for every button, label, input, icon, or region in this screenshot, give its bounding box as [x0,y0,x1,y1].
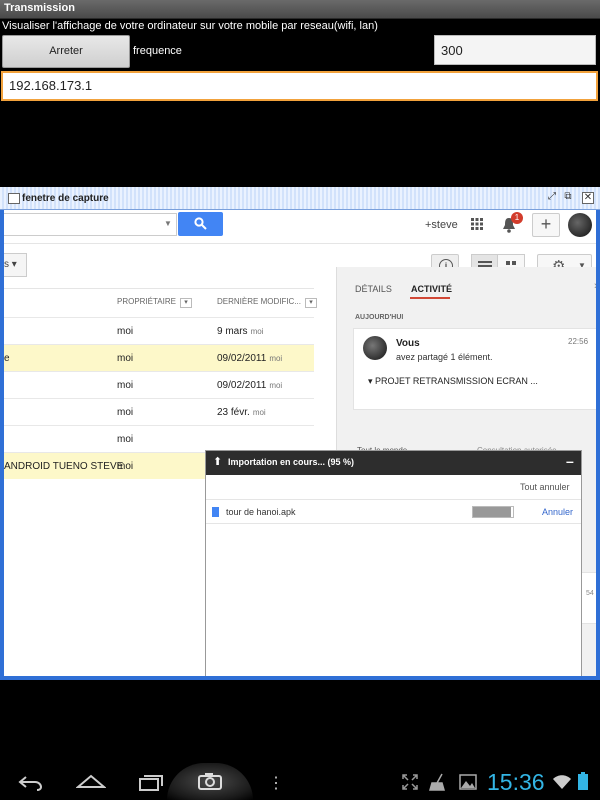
app-title: Transmission [4,2,75,14]
cancel-upload-link[interactable]: Annuler [542,507,573,517]
filter-dropdown[interactable]: s ▾ [4,253,27,277]
upload-file-name: tour de hanoi.apk [226,507,296,517]
add-button[interactable]: + [532,213,560,237]
broom-icon [429,773,445,791]
maximize-icon[interactable]: ⧉ [563,192,573,202]
battery-icon [578,772,588,790]
activity-action: avez partagé 1 élément. [396,352,493,362]
capture-window-title: fenetre de capture [22,193,109,204]
overflow-menu-icon[interactable]: ⋮ [268,773,284,793]
upload-title: Importation en cours... (95 %) [228,457,355,467]
notification-badge: 1 [511,212,523,224]
activity-file-link[interactable]: ▾ PROJET RETRANSMISSION ECRAN ... [368,376,538,387]
fullscreen-icon [402,774,418,790]
recent-apps-icon[interactable] [138,773,164,791]
user-name-link[interactable]: +steve [425,219,458,231]
captured-screen: ▼ +steve 1 + s ▾ i ▼ PROPRIÉTAIRE ▾ DERN… [4,210,596,676]
avatar [363,336,387,360]
file-icon: ▾ [368,376,376,386]
home-icon[interactable] [76,773,106,789]
close-icon[interactable]: ✕ [582,192,594,204]
window-icon [8,193,20,204]
ip-address-input[interactable]: 192.168.173.1 [1,71,598,101]
divider [4,288,314,289]
app-description: Visualiser l'affichage de votre ordinate… [2,20,378,32]
minimize-icon[interactable]: – [566,453,574,469]
apps-grid-icon[interactable] [471,218,483,230]
search-input[interactable] [4,213,177,236]
app-title-bar: Transmission [0,0,600,19]
divider [206,523,581,524]
wifi-icon [553,775,571,789]
filter-dropdown-label: s [4,259,9,270]
avatar[interactable] [568,213,592,237]
search-icon [194,217,207,230]
camera-icon [198,773,222,790]
frequency-input[interactable]: 300 [434,35,596,65]
table-row[interactable]: moi 9 mars moi [4,317,314,344]
upload-progress-bar [472,506,514,518]
divider [4,243,596,244]
activity-user: Vous [396,338,420,349]
column-header-owner[interactable]: PROPRIÉTAIRE ▾ [117,297,192,308]
image-icon [459,774,477,790]
sort-dropdown-icon[interactable]: ▾ [305,298,318,308]
column-header-modified[interactable]: DERNIÈRE MODIFIC... ▾ [217,297,318,308]
chevron-right-icon[interactable]: › [594,280,596,292]
cancel-all-link[interactable]: Tout annuler [520,482,570,492]
capture-window-title-bar: fenetre de capture ⤢ ⧉ ✕ [0,187,600,210]
file-icon [212,507,219,517]
activity-time: 54 [586,590,594,597]
table-row[interactable]: e moi 09/02/2011 moi [4,344,314,371]
table-row[interactable]: moi [4,425,314,452]
divider [206,499,581,500]
capture-window: fenetre de capture ⤢ ⧉ ✕ ▼ +steve 1 + s … [0,187,600,680]
active-tab-indicator [410,297,450,299]
search-button[interactable] [178,212,223,236]
back-icon[interactable] [17,775,43,791]
resize-icon[interactable]: ⤢ [547,192,557,202]
upload-progress-fill [473,507,511,517]
upload-dialog: ⬆ Importation en cours... (95 %) – Tout … [205,450,582,676]
today-label: AUJOURD'HUI [355,314,404,321]
search-options-chevron-icon[interactable]: ▼ [164,219,172,228]
table-row[interactable]: moi 09/02/2011 moi [4,371,314,398]
table-row[interactable]: moi 23 févr. moi [4,398,314,425]
tab-activity[interactable]: ACTIVITÉ [411,284,452,294]
activity-card: Vous 22:56 avez partagé 1 élément. ▾ PRO… [353,328,596,410]
sort-dropdown-icon[interactable]: ▾ [179,298,192,308]
screenshot-button[interactable] [167,763,253,800]
upload-arrow-icon: ⬆ [213,456,223,468]
frequency-label: frequence [133,45,182,57]
stop-button[interactable]: Arreter [2,35,130,68]
status-clock: 15:36 [487,769,545,795]
upload-dialog-header: ⬆ Importation en cours... (95 %) – [206,451,581,475]
android-nav-bar: ⋮ 15:36 [0,763,600,800]
tab-details[interactable]: DÉTAILS [355,284,392,294]
activity-time: 22:56 [568,337,589,346]
